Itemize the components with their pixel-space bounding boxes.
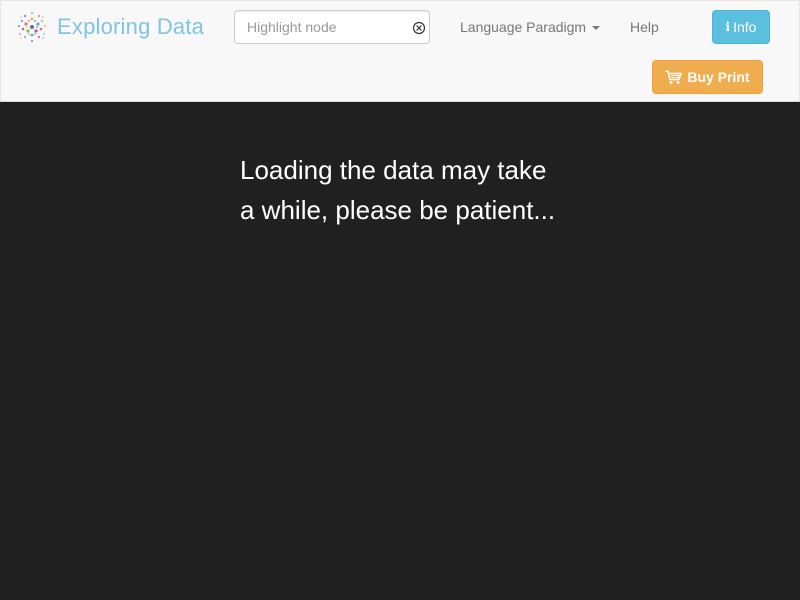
loading-message: Loading the data may take a while, pleas…: [240, 155, 556, 225]
help-link[interactable]: Help: [630, 17, 659, 37]
top-navbar: Exploring Data Language Paradigm Help i …: [0, 0, 800, 102]
brand-title: Exploring Data: [57, 14, 205, 39]
info-button[interactable]: i Info: [712, 10, 770, 44]
language-paradigm-dropdown[interactable]: Language Paradigm: [460, 17, 601, 37]
circle-x-icon[interactable]: [412, 21, 426, 35]
info-button-label: Info: [733, 19, 757, 35]
language-paradigm-label: Language Paradigm: [460, 19, 587, 35]
brand-link[interactable]: Exploring Data: [15, 10, 204, 44]
highlight-search: [234, 10, 430, 44]
network-dots-logo-icon: [18, 12, 46, 42]
buy-print-button[interactable]: Buy Print: [652, 60, 763, 94]
buy-print-label: Buy Print: [687, 69, 750, 85]
highlight-node-input[interactable]: [234, 10, 430, 44]
info-icon: i: [725, 20, 731, 34]
caret-down-icon: [592, 26, 601, 31]
shopping-cart-icon: [665, 69, 683, 84]
